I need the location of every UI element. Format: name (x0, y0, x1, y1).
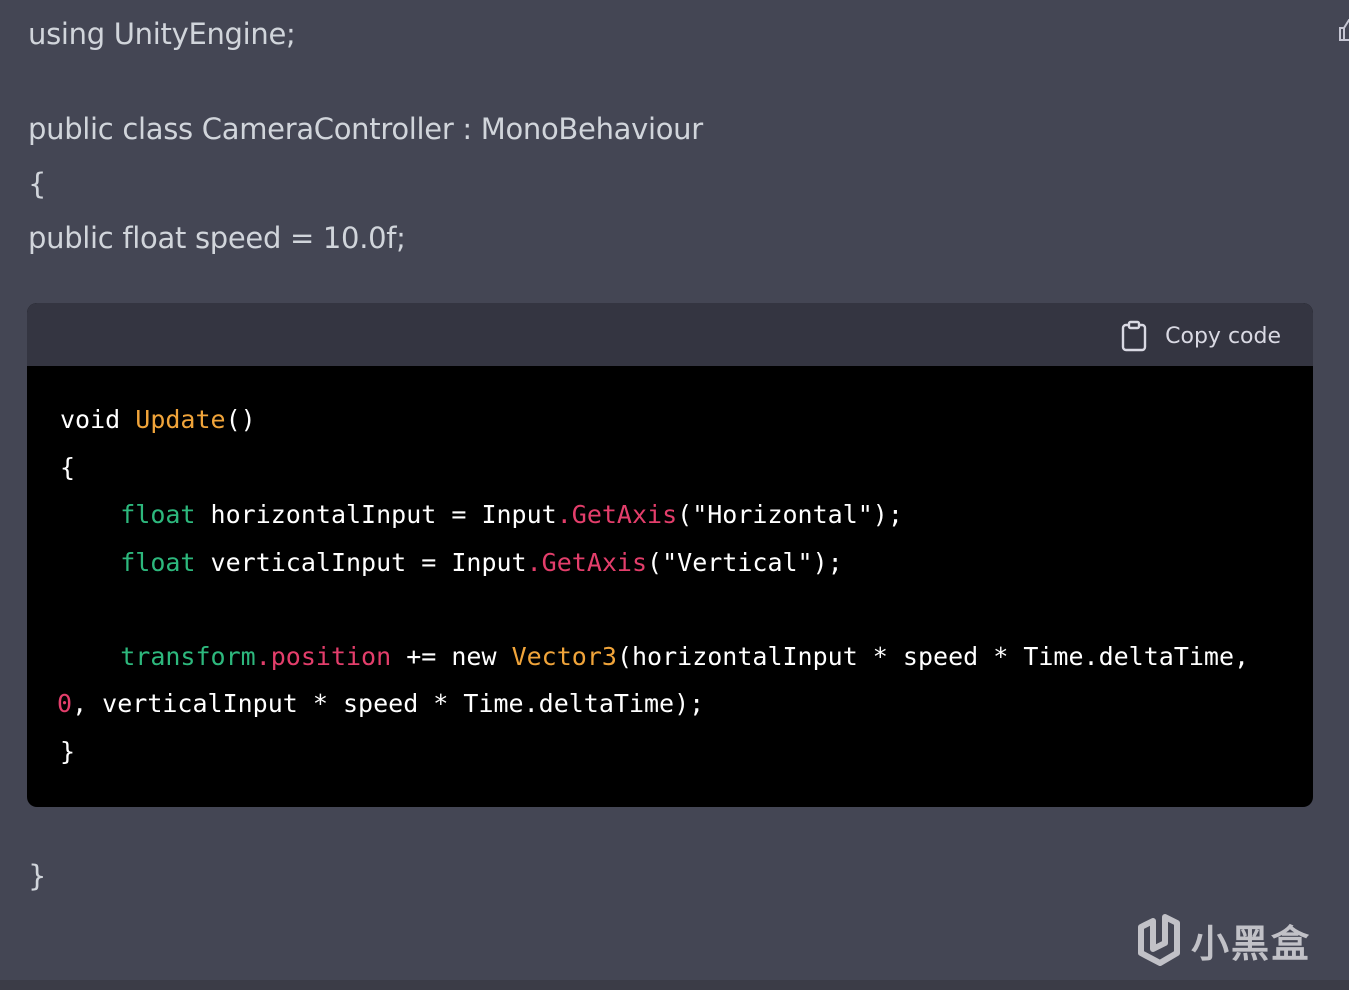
code-token-function: Update (135, 405, 226, 434)
code-token-number: 0 (57, 689, 73, 718)
code-token: () (225, 405, 256, 434)
thumbs-up-icon[interactable] (1337, 16, 1349, 44)
code-block-header: Copy code (27, 303, 1313, 366)
clipboard-icon (1121, 320, 1147, 352)
code-line-2: { (60, 452, 75, 484)
code-token: (horizontalInput * speed * Time.deltaTim… (616, 642, 1250, 671)
code-line-7: } (60, 736, 75, 768)
code-token-type: float (120, 548, 196, 577)
code-token-method: .GetAxis (556, 500, 678, 529)
code-token: += new (391, 642, 512, 671)
code-block: Copy code void Update() { float horizont… (27, 303, 1313, 807)
code-body: void Update() { float horizontalInput = … (27, 366, 1313, 807)
code-line-1: void Update() (60, 404, 256, 436)
watermark: 小黑盒 (1137, 912, 1311, 968)
code-token-indent (60, 500, 120, 529)
code-token: } (60, 737, 76, 766)
xiaoheihe-logo-icon (1137, 913, 1183, 967)
code-token-indent (60, 642, 120, 671)
code-token-type: transform (120, 642, 256, 671)
prose-line-speed-field: public float speed = 10.0f; (28, 221, 406, 255)
code-token: { (60, 453, 76, 482)
code-token-function: Vector3 (511, 642, 617, 671)
code-line-5: transform.position += new Vector3(horizo… (60, 641, 1249, 673)
copy-code-label: Copy code (1165, 323, 1281, 349)
code-line-3: float horizontalInput = Input.GetAxis("H… (60, 499, 903, 531)
code-token: ("Horizontal"); (677, 500, 903, 529)
code-line-6: 0, verticalInput * speed * Time.deltaTim… (57, 688, 704, 720)
code-token: , verticalInput * speed * Time.deltaTime… (72, 689, 705, 718)
code-line-4: float verticalInput = Input.GetAxis("Ver… (60, 547, 843, 579)
code-token: horizontalInput = Input (195, 500, 557, 529)
code-token-property: .position (255, 642, 392, 671)
code-token-type: float (120, 500, 196, 529)
bottom-bar (0, 980, 1349, 990)
prose-line-class-declaration: public class CameraController : MonoBeha… (28, 112, 703, 146)
code-token-method: .GetAxis (526, 548, 648, 577)
watermark-text: 小黑盒 (1190, 921, 1311, 966)
copy-code-button[interactable]: Copy code (1121, 319, 1281, 353)
code-token-indent (60, 548, 120, 577)
prose-line-open-brace: { (28, 167, 47, 201)
code-token: verticalInput = Input (195, 548, 527, 577)
prose-line-using: using UnityEngine; (28, 17, 296, 51)
code-token: void (60, 405, 136, 434)
code-token: ("Vertical"); (647, 548, 843, 577)
prose-line-close-brace: } (28, 859, 47, 893)
